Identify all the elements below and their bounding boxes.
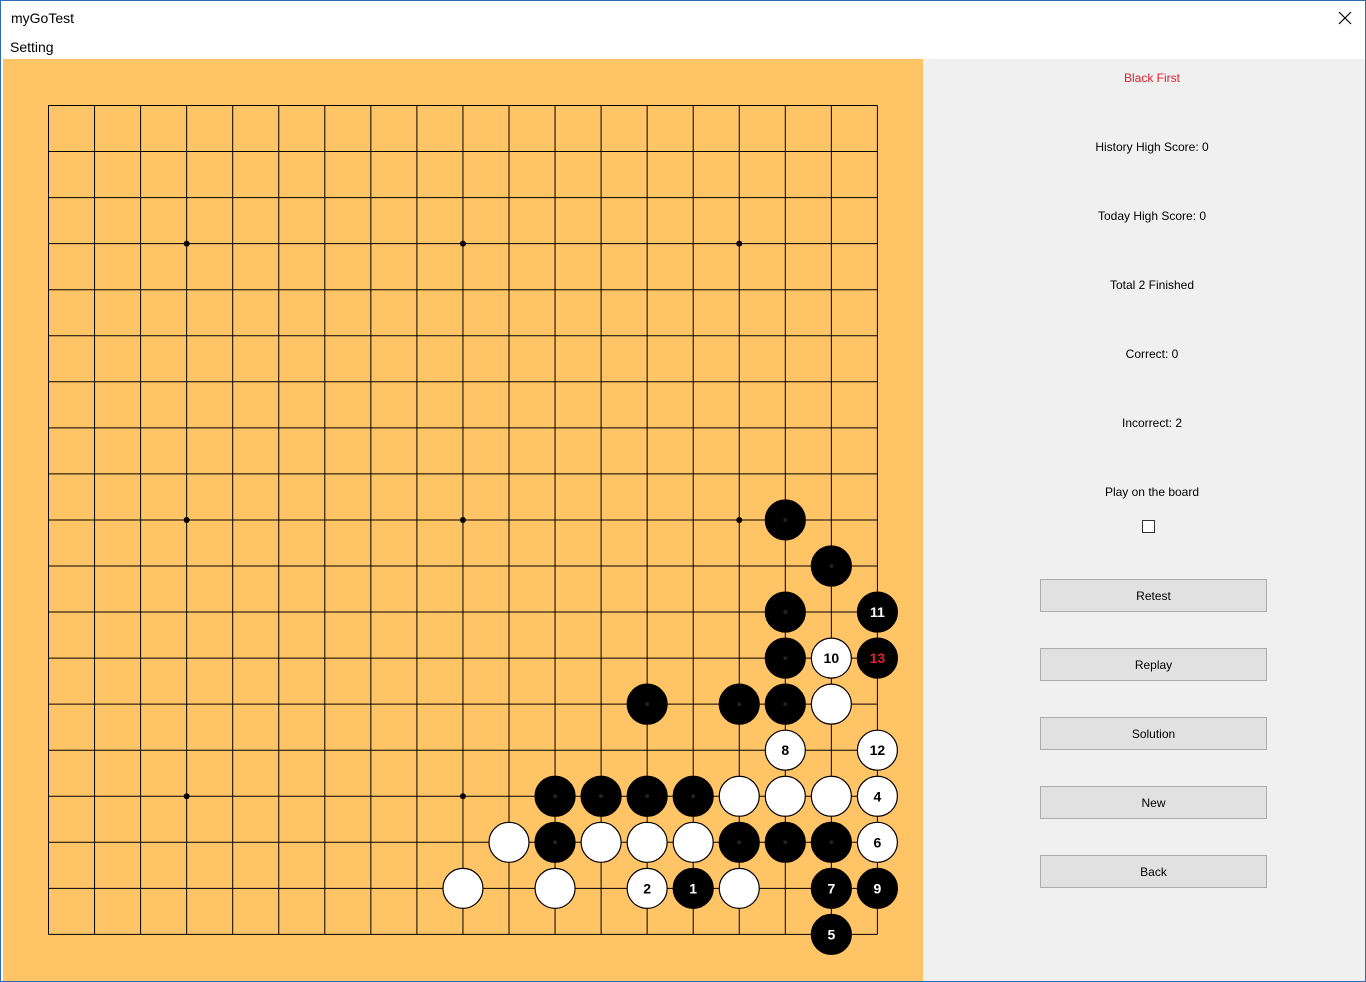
stone-center-mark <box>829 564 833 568</box>
stone-center-mark <box>783 702 787 706</box>
white-stone <box>489 822 529 862</box>
move-number: 9 <box>874 880 882 896</box>
move-number: 2 <box>643 880 651 896</box>
star-point <box>736 517 742 523</box>
stone-center-mark <box>691 794 695 798</box>
star-point <box>460 517 466 523</box>
app-title: myGoTest <box>11 10 74 26</box>
white-stone <box>581 822 621 862</box>
star-point <box>460 793 466 799</box>
stone-center-mark <box>645 794 649 798</box>
stone-center-mark <box>737 840 741 844</box>
star-point <box>184 793 190 799</box>
incorrect-count: Incorrect: 2 <box>923 416 1366 430</box>
move-number: 10 <box>824 650 840 666</box>
total-finished: Total 2 Finished <box>923 278 1366 292</box>
stone-center-mark <box>783 610 787 614</box>
solution-button[interactable]: Solution <box>1040 717 1267 750</box>
white-stone <box>627 822 667 862</box>
star-point <box>184 517 190 523</box>
close-button[interactable] <box>1325 1 1365 35</box>
stone-center-mark <box>599 794 603 798</box>
move-number: 1 <box>689 880 697 896</box>
move-number: 13 <box>870 650 886 666</box>
turn-indicator: Black First <box>923 71 1366 85</box>
star-point <box>736 241 742 247</box>
close-icon <box>1338 11 1352 25</box>
back-button[interactable]: Back <box>1040 855 1267 888</box>
correct-count: Correct: 0 <box>923 347 1366 361</box>
today-high-score: Today High Score: 0 <box>923 209 1366 223</box>
stone-center-mark <box>553 840 557 844</box>
menu-setting[interactable]: Setting <box>9 39 55 55</box>
stone-center-mark <box>737 702 741 706</box>
move-number: 7 <box>827 880 835 896</box>
white-stone <box>443 868 483 908</box>
app-window: myGoTest Setting 11 10 13 8 12 4 6 2 1 7 9 5 Black … <box>0 0 1366 982</box>
star-point <box>184 241 190 247</box>
play-on-board-checkbox[interactable] <box>1142 520 1155 533</box>
move-number: 11 <box>870 604 885 620</box>
white-stone <box>719 868 759 908</box>
go-board[interactable]: 11 10 13 8 12 4 6 2 1 7 9 5 <box>3 59 923 981</box>
white-stone <box>535 868 575 908</box>
stone-center-mark <box>645 702 649 706</box>
replay-button[interactable]: Replay <box>1040 648 1267 681</box>
move-number: 12 <box>870 742 886 758</box>
history-high-score: History High Score: 0 <box>923 140 1366 154</box>
white-stone <box>811 684 851 724</box>
move-number: 6 <box>874 834 882 850</box>
stone-center-mark <box>783 656 787 660</box>
title-bar: myGoTest <box>1 1 1365 35</box>
new-button[interactable]: New <box>1040 786 1267 819</box>
menu-bar: Setting <box>1 35 1365 59</box>
stone-center-mark <box>553 794 557 798</box>
stone-center-mark <box>783 518 787 522</box>
move-number: 4 <box>874 788 882 804</box>
white-stone <box>719 776 759 816</box>
white-stone <box>765 776 805 816</box>
board-canvas[interactable]: 11 10 13 8 12 4 6 2 1 7 9 5 <box>3 59 923 981</box>
white-stone <box>811 776 851 816</box>
white-stone <box>673 822 713 862</box>
side-panel: Black First History High Score: 0 Today … <box>923 59 1365 981</box>
star-point <box>460 241 466 247</box>
play-on-board-label: Play on the board <box>923 485 1366 499</box>
move-number: 5 <box>827 926 835 942</box>
retest-button[interactable]: Retest <box>1040 579 1267 612</box>
stone-center-mark <box>829 840 833 844</box>
stone-center-mark <box>783 840 787 844</box>
move-number: 8 <box>781 742 789 758</box>
